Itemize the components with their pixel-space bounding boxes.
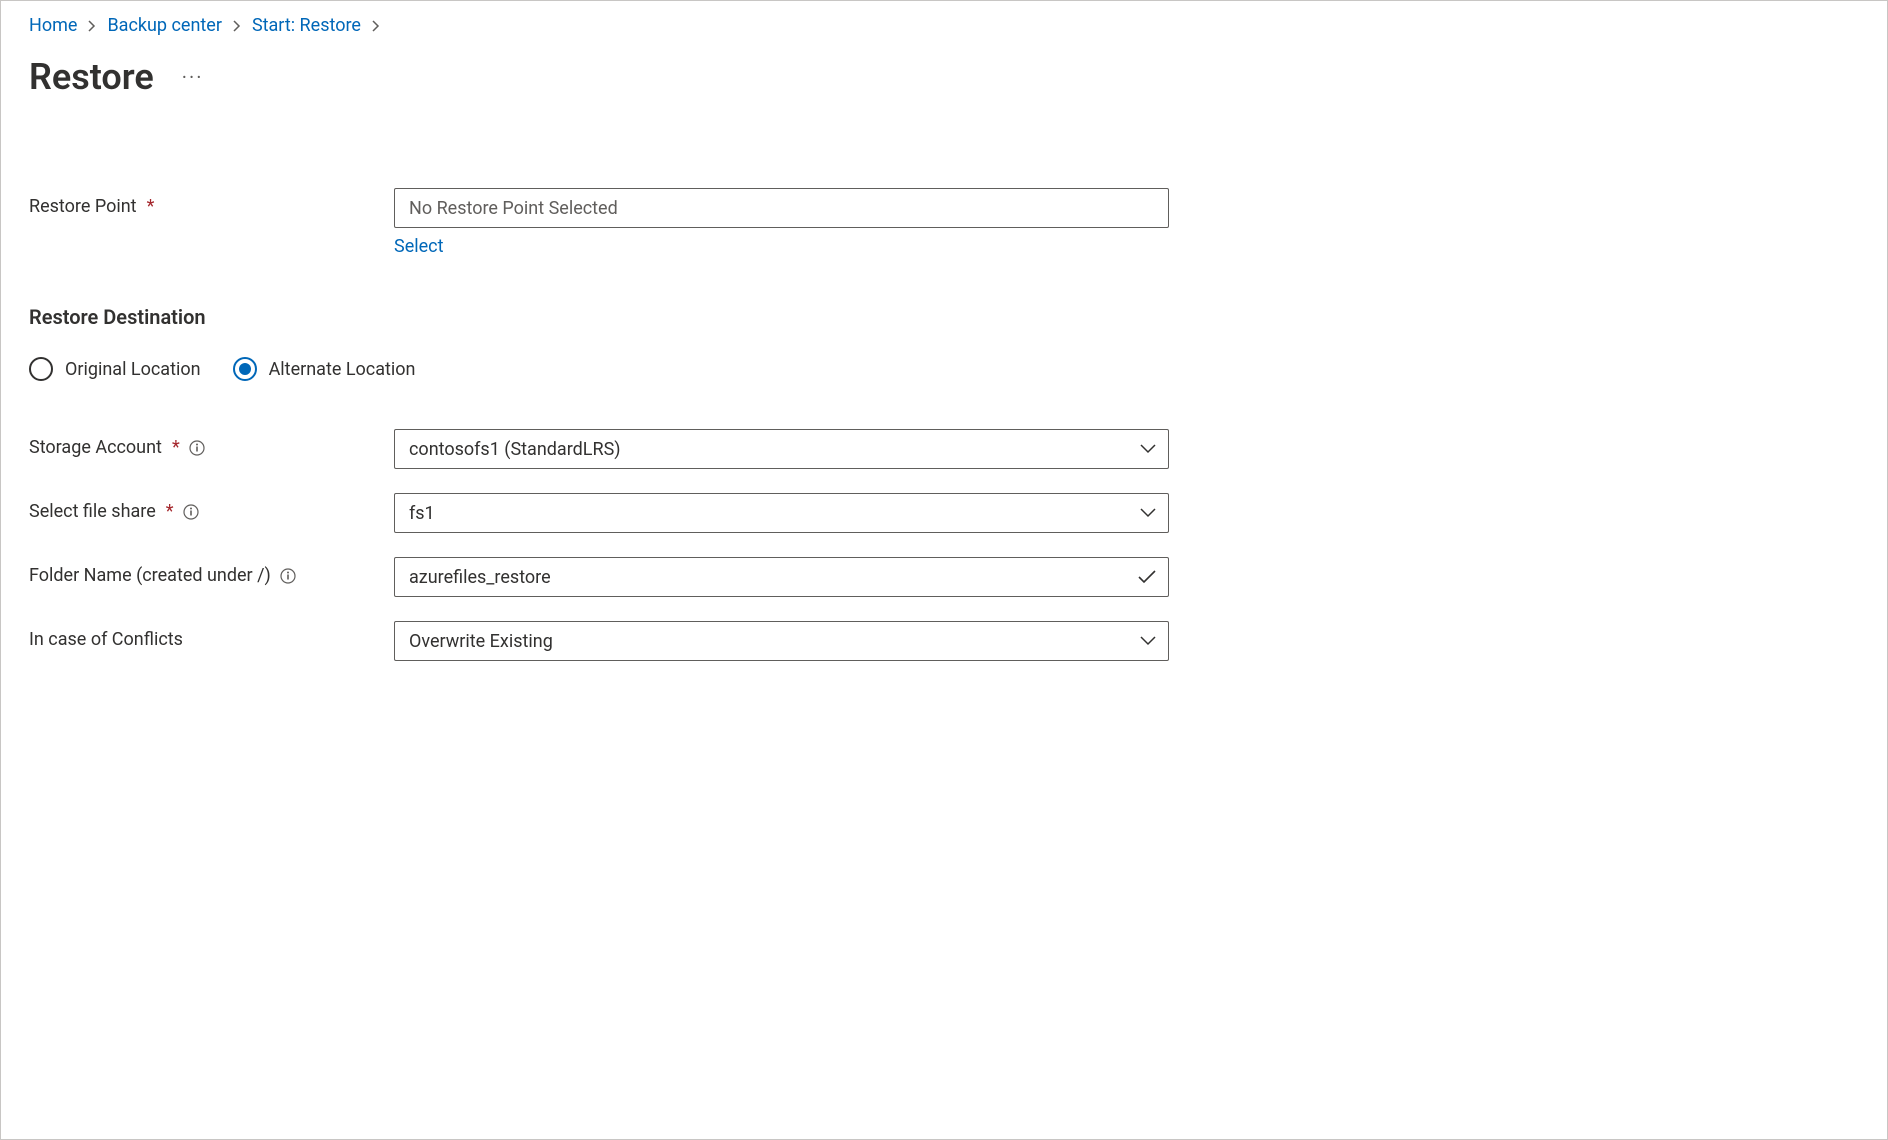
breadcrumb-link-start-restore[interactable]: Start: Restore	[252, 15, 361, 36]
page-title: Restore	[29, 56, 154, 98]
radio-alternate-label: Alternate Location	[269, 359, 416, 380]
check-icon	[1138, 570, 1156, 584]
conflicts-value: Overwrite Existing	[409, 631, 553, 652]
folder-name-input[interactable]: azurefiles_restore	[394, 557, 1169, 597]
file-share-value: fs1	[409, 503, 435, 524]
restore-panel: Home Backup center Start: Restore Restor…	[0, 0, 1888, 1140]
conflicts-label-text: In case of Conflicts	[29, 629, 183, 650]
info-icon[interactable]	[279, 567, 297, 585]
storage-account-label: Storage Account *	[29, 429, 394, 458]
select-restore-point-link[interactable]: Select	[394, 236, 443, 257]
folder-name-row: Folder Name (created under /) azurefiles…	[29, 557, 1859, 597]
restore-point-row: Restore Point * No Restore Point Selecte…	[29, 188, 1859, 257]
file-share-label-text: Select file share	[29, 501, 156, 522]
chevron-right-icon	[371, 20, 381, 32]
radio-alternate-location[interactable]: Alternate Location	[233, 357, 416, 381]
breadcrumb-link-home[interactable]: Home	[29, 15, 77, 36]
chevron-right-icon	[232, 20, 242, 32]
chevron-down-icon	[1140, 508, 1156, 518]
folder-name-label-text: Folder Name (created under /)	[29, 565, 271, 586]
chevron-right-icon	[87, 20, 97, 32]
required-indicator: *	[172, 437, 180, 458]
required-indicator: *	[147, 196, 155, 217]
chevron-down-icon	[1140, 636, 1156, 646]
breadcrumb-link-backup-center[interactable]: Backup center	[107, 15, 222, 36]
restore-point-label-text: Restore Point	[29, 196, 137, 217]
conflicts-label: In case of Conflicts	[29, 621, 394, 650]
required-indicator: *	[166, 501, 174, 522]
radio-original-location[interactable]: Original Location	[29, 357, 201, 381]
radio-icon	[233, 357, 257, 381]
info-icon[interactable]	[188, 439, 206, 457]
chevron-down-icon	[1140, 444, 1156, 454]
conflicts-row: In case of Conflicts Overwrite Existing	[29, 621, 1859, 661]
file-share-row: Select file share * fs1	[29, 493, 1859, 533]
restore-point-field: No Restore Point Selected	[394, 188, 1169, 228]
restore-point-label: Restore Point *	[29, 188, 394, 217]
breadcrumb: Home Backup center Start: Restore	[29, 15, 1859, 36]
restore-destination-heading: Restore Destination	[29, 305, 1859, 329]
title-row: Restore ···	[29, 56, 1859, 98]
more-actions-button[interactable]: ···	[178, 63, 208, 91]
radio-icon	[29, 357, 53, 381]
info-icon[interactable]	[182, 503, 200, 521]
file-share-select[interactable]: fs1	[394, 493, 1169, 533]
storage-account-value: contosofs1 (StandardLRS)	[409, 439, 621, 460]
storage-account-label-text: Storage Account	[29, 437, 162, 458]
file-share-label: Select file share *	[29, 493, 394, 522]
folder-name-label: Folder Name (created under /)	[29, 557, 394, 586]
storage-account-select[interactable]: contosofs1 (StandardLRS)	[394, 429, 1169, 469]
restore-destination-radio-group: Original Location Alternate Location	[29, 357, 1859, 381]
radio-original-label: Original Location	[65, 359, 201, 380]
storage-account-row: Storage Account * contosofs1 (StandardLR…	[29, 429, 1859, 469]
restore-point-value: No Restore Point Selected	[409, 198, 618, 219]
conflicts-select[interactable]: Overwrite Existing	[394, 621, 1169, 661]
folder-name-value: azurefiles_restore	[409, 567, 551, 588]
